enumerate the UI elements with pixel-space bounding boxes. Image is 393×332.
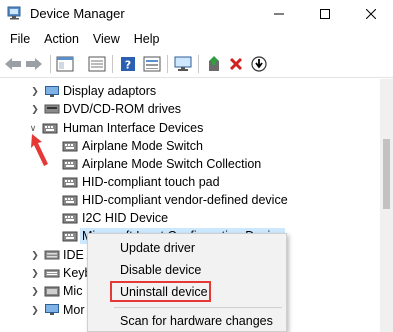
hid-device-icon [62, 177, 78, 188]
tree-item-human-interface-devices[interactable]: ∨ Human Interface Devices [0, 119, 380, 137]
display-adapter-icon [45, 86, 59, 97]
chevron-right-icon[interactable]: ❯ [30, 264, 40, 282]
show-hidden-button[interactable] [88, 55, 106, 73]
minimize-icon [274, 13, 284, 15]
menu-help[interactable]: Help [128, 28, 166, 50]
chevron-right-icon[interactable]: ❯ [30, 246, 40, 264]
list-view-button[interactable] [143, 55, 161, 73]
tree-item-label: Mor [63, 303, 85, 317]
ide-controller-icon [44, 250, 60, 260]
chevron-right-icon[interactable]: ❯ [30, 82, 40, 100]
help-icon: ? [121, 57, 135, 72]
tree-item-label: Airplane Mode Switch [82, 139, 203, 153]
context-menu-disable-device[interactable]: Disable device [120, 263, 201, 277]
annotation-arrow-icon [31, 134, 48, 166]
hid-device-icon [62, 195, 78, 206]
chevron-right-icon[interactable]: ❯ [30, 282, 40, 300]
update-driver-icon [209, 56, 219, 71]
tree-item-label: DVD/CD-ROM drives [63, 102, 182, 116]
tree-item-airplane-mode-switch[interactable]: Airplane Mode Switch [0, 137, 380, 155]
back-arrow-icon [5, 58, 21, 70]
window-title: Device Manager [30, 6, 125, 21]
forward-button[interactable] [25, 55, 43, 73]
monitor-category-icon [45, 304, 59, 315]
hid-device-icon [62, 213, 78, 224]
scan-hardware-button[interactable] [174, 55, 192, 73]
tree-item-label: Human Interface Devices [63, 121, 204, 135]
menu-view[interactable]: View [87, 28, 126, 50]
help-button[interactable]: ? [119, 55, 137, 73]
keyboard-icon [44, 269, 60, 278]
svg-text:?: ? [125, 59, 131, 72]
download-circle-icon [251, 56, 267, 72]
monitor-icon [174, 56, 192, 71]
list-view-icon [143, 56, 161, 72]
close-button[interactable] [348, 0, 393, 28]
context-menu-scan-hardware[interactable]: Scan for hardware changes [120, 314, 273, 328]
tree-item-label: I2C HID Device [82, 211, 169, 225]
uninstall-highlight-box [110, 281, 211, 302]
mouse-icon [44, 286, 60, 297]
tree-item-hid-touch-pad[interactable]: HID-compliant touch pad [0, 173, 380, 191]
show-hidden-icon [88, 56, 106, 72]
menu-file[interactable]: File [4, 28, 36, 50]
dvd-drive-icon [44, 104, 60, 114]
context-menu-separator [114, 307, 282, 308]
update-driver-button[interactable] [205, 55, 223, 73]
tree-item-label: HID-compliant vendor-defined device [82, 193, 288, 207]
properties-button[interactable] [56, 55, 74, 73]
disable-device-button[interactable] [250, 55, 268, 73]
uninstall-x-icon [229, 57, 243, 71]
menu-bar: File Action View Help [0, 28, 393, 50]
tree-item-label: Display adaptors [63, 84, 157, 98]
device-manager-app-icon [7, 6, 21, 20]
vertical-scrollbar[interactable] [380, 79, 393, 332]
minimize-button[interactable] [256, 0, 302, 28]
uninstall-button[interactable] [227, 55, 245, 73]
title-bar: Device Manager [0, 0, 393, 28]
close-icon [366, 9, 376, 19]
tree-item-hid-vendor-defined[interactable]: HID-compliant vendor-defined device [0, 191, 380, 209]
tree-item-display-adaptors[interactable]: ❯ Display adaptors [0, 82, 380, 100]
hid-device-icon [62, 231, 78, 242]
menu-action[interactable]: Action [38, 28, 85, 50]
tree-item-dvd-cd-rom[interactable]: ❯ DVD/CD-ROM drives [0, 100, 380, 118]
tree-item-label: Mic [63, 284, 83, 298]
hid-device-icon [62, 141, 78, 152]
tree-item-label: Airplane Mode Switch Collection [82, 157, 262, 171]
maximize-icon [320, 9, 330, 19]
properties-panel-icon [56, 56, 74, 72]
forward-arrow-icon [26, 58, 42, 70]
tree-item-i2c-hid-device[interactable]: I2C HID Device [0, 209, 380, 227]
tree-item-airplane-mode-switch-collection[interactable]: Airplane Mode Switch Collection [0, 155, 380, 173]
hid-device-icon [62, 159, 78, 170]
back-button[interactable] [4, 55, 22, 73]
chevron-right-icon[interactable]: ❯ [30, 301, 40, 319]
scrollbar-thumb[interactable] [383, 139, 390, 209]
chevron-right-icon[interactable]: ❯ [30, 100, 40, 118]
tree-item-label: HID-compliant touch pad [82, 175, 220, 189]
toolbar: ? [0, 50, 393, 78]
maximize-button[interactable] [302, 0, 348, 28]
context-menu-update-driver[interactable]: Update driver [120, 241, 195, 255]
